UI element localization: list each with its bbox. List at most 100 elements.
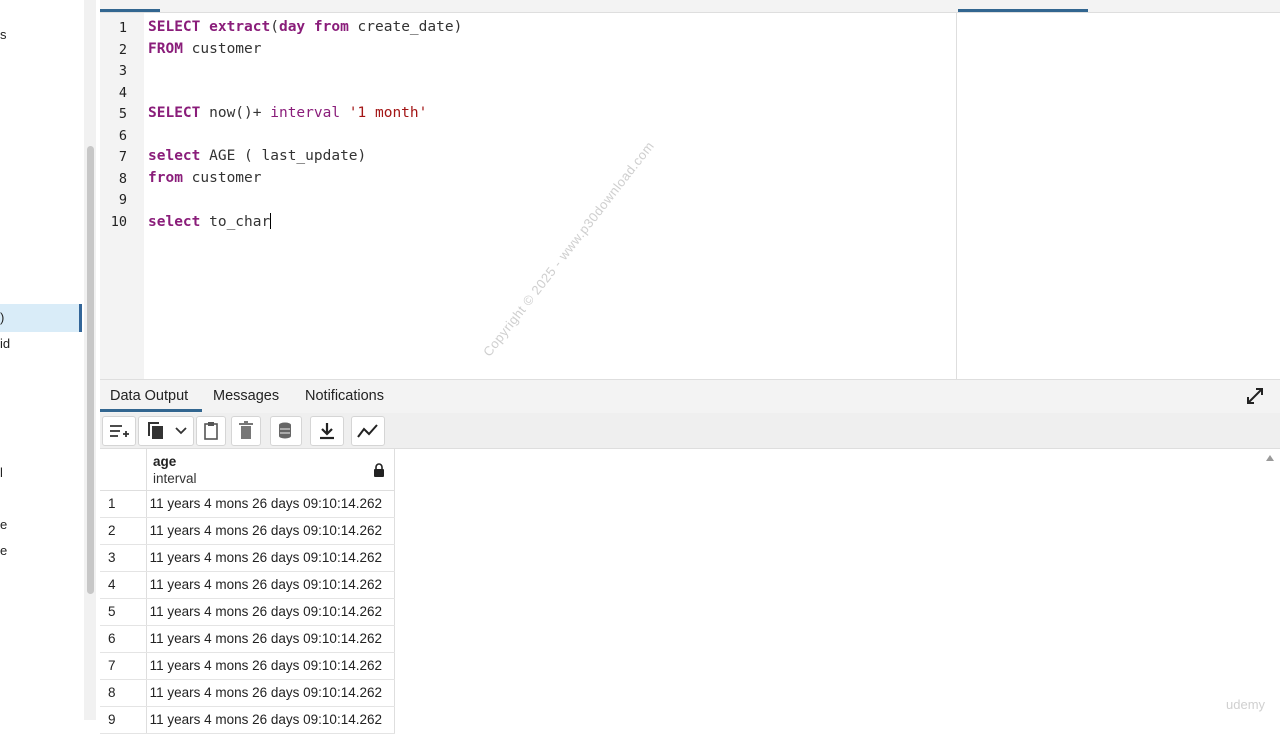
sql-text: customer xyxy=(182,170,262,186)
data-grid: age interval 1 11 years 4 mons 26 days 0… xyxy=(100,449,395,734)
code-line-10[interactable]: select to_char xyxy=(148,213,272,230)
tree-item-fragment[interactable]: s xyxy=(0,27,7,42)
tree-item-selected[interactable] xyxy=(0,304,82,332)
delete-button[interactable] xyxy=(231,416,261,446)
lock-icon xyxy=(374,463,384,477)
download-icon xyxy=(320,423,334,440)
sql-function: extract xyxy=(209,19,271,35)
result-toolbar xyxy=(100,413,1280,449)
add-row-button[interactable] xyxy=(102,416,136,446)
editor-tab-strip xyxy=(100,0,1280,13)
result-tab-strip: Data Output Messages Notifications xyxy=(100,379,1280,414)
scratch-pad-panel[interactable] xyxy=(957,13,1280,379)
code-line-1[interactable]: SELECT extract(day from create_date) xyxy=(148,19,462,35)
clipboard-icon xyxy=(204,422,218,440)
line-number: 2 xyxy=(118,42,127,58)
sql-keyword: from xyxy=(148,170,183,186)
sql-keyword: SELECT xyxy=(148,19,201,35)
line-number: 5 xyxy=(118,106,127,122)
trash-icon xyxy=(239,421,253,439)
tab-messages[interactable]: Messages xyxy=(213,388,279,404)
query-editor[interactable]: 1 2 3 4 5 6 7 8 9 10 SELECT extract(day … xyxy=(100,13,956,379)
row-number: 5 xyxy=(100,599,147,625)
database-save-icon xyxy=(279,422,291,439)
tree-item-fragment[interactable]: id xyxy=(0,336,10,351)
row-number: 6 xyxy=(100,626,147,652)
sql-string: '1 month' xyxy=(340,105,428,121)
cell-age[interactable]: 11 years 4 mons 26 days 09:10:14.262 xyxy=(147,599,395,625)
sql-keyword: SELECT xyxy=(148,105,201,121)
tree-item-fragment[interactable]: l xyxy=(0,465,3,480)
line-number: 8 xyxy=(118,171,127,187)
sql-keyword: from xyxy=(313,19,349,35)
cell-age[interactable]: 11 years 4 mons 26 days 09:10:14.262 xyxy=(147,653,395,679)
table-row[interactable]: 3 11 years 4 mons 26 days 09:10:14.262 xyxy=(100,545,395,572)
brand-watermark: udemy xyxy=(1226,697,1266,712)
line-number: 10 xyxy=(110,214,127,230)
graph-visualiser-button[interactable] xyxy=(351,416,385,446)
column-header-age[interactable]: age interval xyxy=(147,449,395,491)
tab-scratch-pad-active-indicator[interactable] xyxy=(958,9,1088,12)
row-number: 1 xyxy=(100,491,147,517)
paste-button[interactable] xyxy=(196,416,226,446)
table-row[interactable]: 4 11 years 4 mons 26 days 09:10:14.262 xyxy=(100,572,395,599)
copy-button[interactable] xyxy=(138,416,194,446)
table-row[interactable]: 8 11 years 4 mons 26 days 09:10:14.262 xyxy=(100,680,395,707)
line-number: 3 xyxy=(118,63,127,79)
row-number-header[interactable] xyxy=(100,449,147,491)
copy-icon xyxy=(148,422,163,439)
row-number: 3 xyxy=(100,545,147,571)
code-line-7[interactable]: select AGE ( last_update) xyxy=(148,148,366,164)
cell-age[interactable]: 11 years 4 mons 26 days 09:10:14.262 xyxy=(147,545,395,571)
add-row-icon xyxy=(110,425,129,437)
sql-text: now()+ xyxy=(200,105,271,121)
cell-age[interactable]: 11 years 4 mons 26 days 09:10:14.262 xyxy=(147,518,395,544)
tab-active-indicator xyxy=(100,409,202,412)
line-number-gutter: 1 2 3 4 5 6 7 8 9 10 xyxy=(100,13,144,379)
sql-text: customer xyxy=(182,41,262,57)
code-line-2[interactable]: FROM customer xyxy=(148,41,262,57)
sql-text: to_char xyxy=(200,214,271,230)
save-data-button[interactable] xyxy=(270,416,302,446)
cell-age[interactable]: 11 years 4 mons 26 days 09:10:14.262 xyxy=(147,680,395,706)
object-explorer-sidebar: s ) id l e e xyxy=(0,0,82,720)
line-number: 1 xyxy=(118,20,127,36)
row-number: 4 xyxy=(100,572,147,598)
table-row[interactable]: 2 11 years 4 mons 26 days 09:10:14.262 xyxy=(100,518,395,545)
table-row[interactable]: 6 11 years 4 mons 26 days 09:10:14.262 xyxy=(100,626,395,653)
grid-scrollbar-up-arrow[interactable] xyxy=(1263,449,1277,720)
sql-keyword: select xyxy=(148,214,201,230)
code-line-5[interactable]: SELECT now()+ interval '1 month' xyxy=(148,105,427,121)
sql-keyword: FROM xyxy=(148,41,183,57)
row-number: 9 xyxy=(100,707,147,733)
row-number: 2 xyxy=(100,518,147,544)
table-row[interactable]: 7 11 years 4 mons 26 days 09:10:14.262 xyxy=(100,653,395,680)
row-number: 7 xyxy=(100,653,147,679)
table-row[interactable]: 1 11 years 4 mons 26 days 09:10:14.262 xyxy=(100,491,395,518)
table-row[interactable]: 9 11 years 4 mons 26 days 09:10:14.262 xyxy=(100,707,395,734)
cell-age[interactable]: 11 years 4 mons 26 days 09:10:14.262 xyxy=(147,572,395,598)
line-number: 6 xyxy=(118,128,127,144)
tree-item-fragment[interactable]: e xyxy=(0,543,7,558)
download-button[interactable] xyxy=(310,416,344,446)
tree-item-fragment[interactable]: ) xyxy=(0,310,4,325)
chevron-down-icon[interactable] xyxy=(175,426,187,436)
tree-item-fragment[interactable]: e xyxy=(0,517,7,532)
code-line-8[interactable]: from customer xyxy=(148,170,262,186)
tab-query-active-indicator[interactable] xyxy=(100,9,160,12)
sql-keyword: select xyxy=(148,148,201,164)
column-type: interval xyxy=(153,471,197,486)
cell-age[interactable]: 11 years 4 mons 26 days 09:10:14.262 xyxy=(147,491,395,517)
line-number: 9 xyxy=(118,192,127,208)
row-number: 8 xyxy=(100,680,147,706)
cell-age[interactable]: 11 years 4 mons 26 days 09:10:14.262 xyxy=(147,707,395,733)
column-name: age xyxy=(153,454,177,469)
sql-keyword: day xyxy=(278,19,306,35)
cell-age[interactable]: 11 years 4 mons 26 days 09:10:14.262 xyxy=(147,626,395,652)
expand-icon[interactable] xyxy=(1245,386,1265,406)
sql-text: AGE ( last_update) xyxy=(200,148,367,164)
tab-notifications[interactable]: Notifications xyxy=(305,388,384,404)
tab-data-output[interactable]: Data Output xyxy=(110,388,188,404)
sidebar-scrollbar-thumb[interactable] xyxy=(87,146,94,594)
table-row[interactable]: 5 11 years 4 mons 26 days 09:10:14.262 xyxy=(100,599,395,626)
